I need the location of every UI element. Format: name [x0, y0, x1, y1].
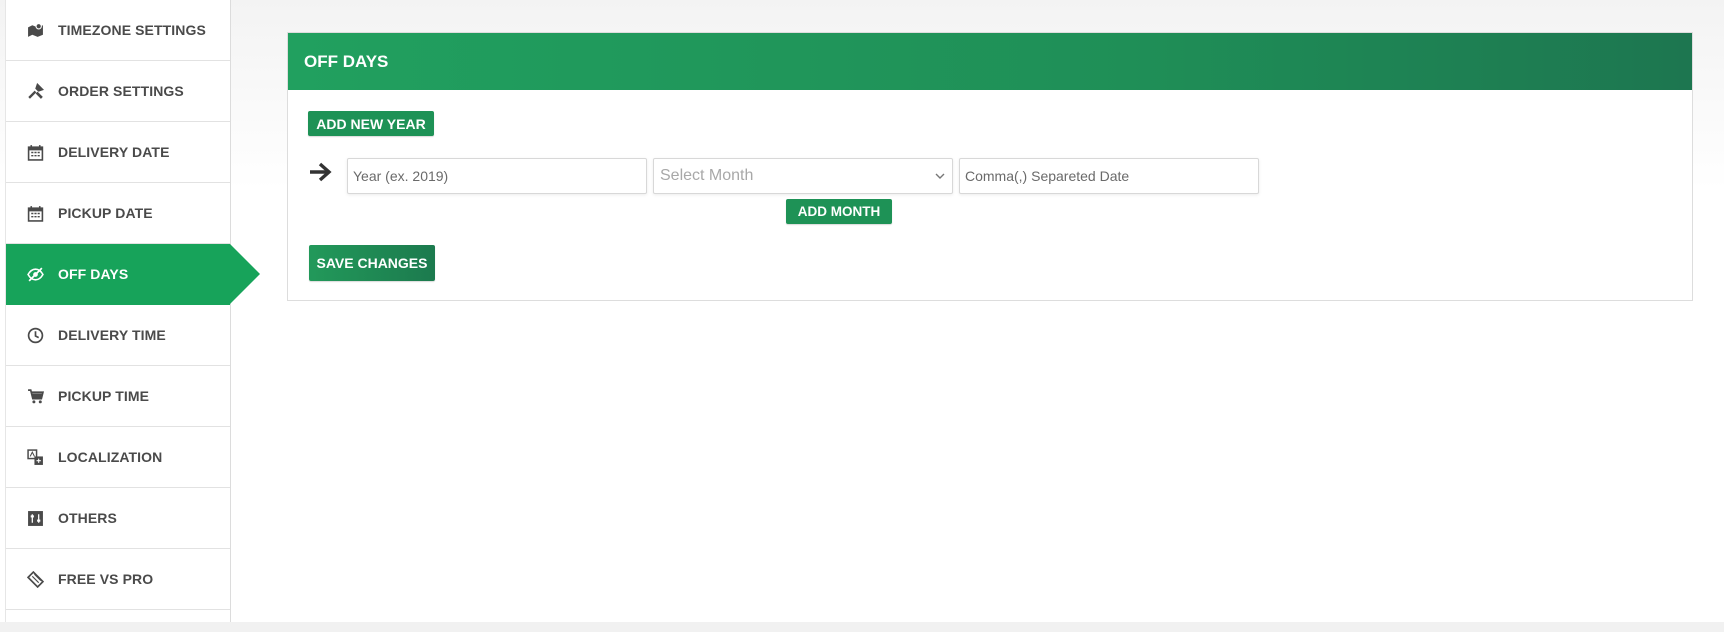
sidebar-item-label: LOCALIZATION	[58, 449, 163, 465]
off-days-panel: OFF DAYS ADD NEW YEAR Select Month ADD M…	[287, 32, 1693, 301]
save-changes-button[interactable]: SAVE CHANGES	[309, 245, 435, 281]
ticket-icon	[26, 570, 44, 588]
sidebar-item-pickup-time[interactable]: PICKUP TIME	[6, 366, 230, 427]
sidebar-item-order-settings[interactable]: ORDER SETTINGS	[6, 61, 230, 122]
sidebar-item-off-days[interactable]: OFF DAYS	[6, 244, 260, 305]
sidebar-item-delivery-time[interactable]: DELIVERY TIME	[6, 305, 230, 366]
sidebar: TIMEZONE SETTINGS ORDER SETTINGS DELIVER…	[5, 0, 260, 622]
sidebar-item-others[interactable]: OTHERS	[6, 488, 230, 549]
sidebar-item-delivery-date[interactable]: DELIVERY DATE	[6, 122, 230, 183]
sidebar-item-label: ORDER SETTINGS	[58, 83, 184, 99]
map-pin-icon	[26, 21, 44, 39]
sidebar-item-free-vs-pro[interactable]: FREE VS PRO	[6, 549, 230, 610]
clock-icon	[26, 326, 44, 344]
eye-slash-icon	[26, 265, 44, 283]
translate-icon	[26, 448, 44, 466]
add-month-button[interactable]: ADD MONTH	[786, 199, 892, 224]
sliders-icon	[26, 509, 44, 527]
sidebar-item-label: DELIVERY DATE	[58, 144, 170, 160]
calendar-icon	[26, 204, 44, 222]
sidebar-item-label: OTHERS	[58, 510, 117, 526]
sidebar-item-label: PICKUP DATE	[58, 205, 153, 221]
cart-icon	[26, 387, 44, 405]
sidebar-item-label: OFF DAYS	[58, 266, 129, 282]
tools-icon	[26, 82, 44, 100]
sidebar-item-pickup-date[interactable]: PICKUP DATE	[6, 183, 230, 244]
add-new-year-button[interactable]: ADD NEW YEAR	[308, 111, 434, 136]
dates-input[interactable]	[959, 158, 1259, 194]
sidebar-item-label: TIMEZONE SETTINGS	[58, 22, 206, 38]
chevron-down-icon	[935, 173, 945, 179]
sidebar-item-timezone-settings[interactable]: TIMEZONE SETTINGS	[6, 0, 230, 61]
month-select-value: Select Month	[660, 167, 754, 184]
sidebar-item-label: FREE VS PRO	[58, 571, 154, 587]
arrow-right-icon	[310, 162, 332, 182]
month-select[interactable]: Select Month	[653, 158, 953, 194]
calendar-icon	[26, 143, 44, 161]
sidebar-item-label: PICKUP TIME	[58, 388, 150, 404]
panel-title: OFF DAYS	[288, 33, 1692, 90]
year-input[interactable]	[347, 158, 647, 194]
sidebar-item-localization[interactable]: LOCALIZATION	[6, 427, 230, 488]
sidebar-item-label: DELIVERY TIME	[58, 327, 166, 343]
